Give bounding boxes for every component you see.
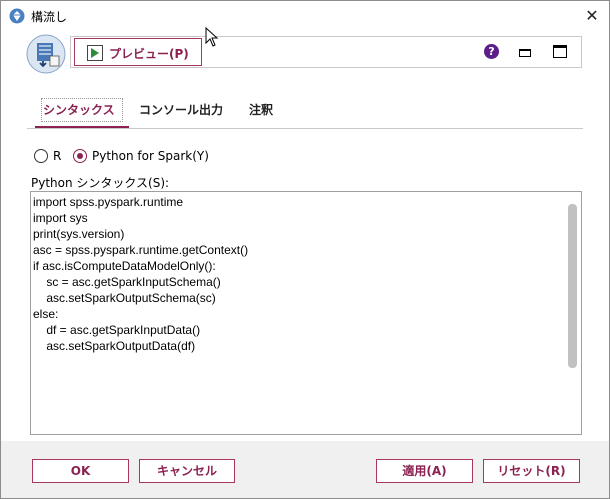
close-icon[interactable]: ✕ (581, 5, 603, 27)
vertical-scrollbar[interactable] (568, 204, 577, 368)
radio-python-for-spark[interactable]: Python for Spark(Y) (73, 148, 233, 166)
radio-python-label: Python for Spark(Y) (92, 149, 209, 163)
preview-button[interactable]: プレビュー(P) (74, 38, 202, 66)
python-syntax-label: Python シンタックス(S): (31, 176, 170, 190)
tab-annotations[interactable]: 注釈 (249, 96, 289, 128)
preview-label: プレビュー(P) (109, 47, 189, 61)
maximize-icon[interactable] (553, 45, 567, 58)
cancel-button[interactable]: キャンセル (139, 459, 235, 483)
spark-node-icon (26, 34, 66, 74)
tab-syntax[interactable]: シンタックス (35, 96, 129, 128)
tab-focus-outline (41, 98, 123, 122)
code-text[interactable]: import spss.pyspark.runtime import sys p… (33, 194, 563, 354)
window-title: 構流し (31, 10, 68, 24)
tab-bar: シンタックス コンソール出力 注釈 (27, 96, 583, 129)
radio-r[interactable]: R (34, 148, 74, 166)
dialog-window: 構流し ✕ プレビュー(P) ? シンタックス コンソール出力 注釈 R Pyt… (0, 0, 610, 499)
code-editor[interactable]: import spss.pyspark.runtime import sys p… (30, 191, 582, 435)
radio-r-circle[interactable] (34, 149, 48, 163)
reset-button[interactable]: リセット(R) (483, 459, 580, 483)
app-diamond-icon (9, 8, 25, 24)
help-icon[interactable]: ? (484, 44, 499, 59)
dialog-footer: OK キャンセル 適用(A) リセット(R) (1, 441, 609, 498)
play-icon (87, 45, 103, 61)
toolbar: プレビュー(P) ? (70, 36, 582, 68)
mouse-cursor-icon (205, 27, 219, 47)
ok-button[interactable]: OK (32, 459, 129, 483)
minimize-icon[interactable] (517, 45, 531, 59)
radio-python-circle[interactable] (73, 149, 87, 163)
apply-button[interactable]: 適用(A) (376, 459, 473, 483)
tab-console-output[interactable]: コンソール出力 (139, 96, 239, 128)
title-bar: 構流し ✕ (1, 1, 609, 31)
radio-r-label: R (53, 149, 62, 163)
